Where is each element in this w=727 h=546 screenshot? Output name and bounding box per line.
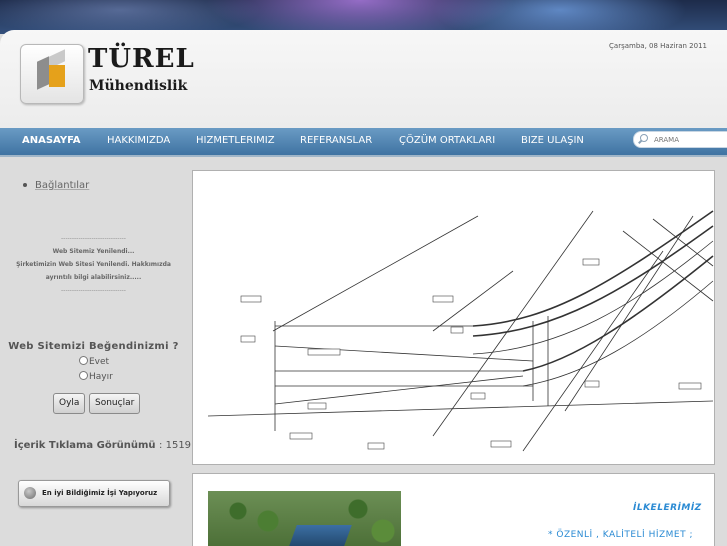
nav-item-hakkimizda[interactable]: HAKKIMIZDA <box>107 135 170 146</box>
poll-question: Web Sitemizi Beğendinizmi ? <box>8 341 179 352</box>
poll-option-label: Hayır <box>89 372 113 382</box>
nav-item-referanslar[interactable]: REFERANSLAR <box>300 135 372 146</box>
vote-button[interactable]: Oyla <box>53 393 86 414</box>
poll-option-evet[interactable]: Evet <box>79 356 109 367</box>
nav-item-cozum-ortaklari[interactable]: ÇÖZÜM ORTAKLARI <box>399 135 495 146</box>
click-counter-label: İçerik Tıklama Görünümü <box>14 440 156 451</box>
radio-button[interactable] <box>79 356 88 365</box>
slogan-text: En iyi Bildiğimiz İşi Yapıyoruz <box>42 489 158 497</box>
news-separator-bottom: ------------------------------ <box>61 287 126 294</box>
current-date: Çarşamba, 08 Haziran 2011 <box>609 42 707 50</box>
brand-subtitle: Mühendislik <box>89 78 188 94</box>
news-title[interactable]: Web Sitemiz Yenilendi... <box>0 245 187 258</box>
news-text-line1: Şirketimizin Web Sitesi Yenilendi. Hakkı… <box>16 261 171 268</box>
brand-name: TÜREL <box>88 44 195 74</box>
top-banner <box>0 0 727 34</box>
links-menu-item[interactable]: Bağlantılar <box>35 180 89 191</box>
poll-option-hayir[interactable]: Hayır <box>79 371 113 382</box>
search-input[interactable] <box>652 133 726 147</box>
engineering-drawing-image <box>192 170 715 465</box>
news-announcement: ------------------------------ Web Sitem… <box>0 232 187 297</box>
photo-roof-shape <box>289 525 352 546</box>
principles-title: İLKELERİMİZ <box>633 503 702 513</box>
click-counter-value: : 1519 <box>159 440 192 451</box>
search-box <box>633 131 727 148</box>
principles-item: * ÖZENLİ , KALİTELİ HİZMET ; <box>548 530 693 540</box>
logo-shape-grey <box>37 56 49 90</box>
results-button[interactable]: Sonuçlar <box>89 393 141 414</box>
news-separator-top: ------------------------------ <box>61 235 126 242</box>
sphere-icon <box>24 487 36 499</box>
logo-shape-orange <box>49 65 65 87</box>
links-bullet <box>23 183 27 187</box>
company-logo[interactable] <box>20 44 84 104</box>
header: TÜREL Mühendislik Çarşamba, 08 Haziran 2… <box>0 30 727 128</box>
nav-item-bize-ulasin[interactable]: BIZE ULAŞIN <box>521 135 584 146</box>
building-aerial-photo <box>208 491 401 546</box>
poll-option-label: Evet <box>89 357 110 367</box>
slogan-banner[interactable]: En iyi Bildiğimiz İşi Yapıyoruz <box>18 480 170 507</box>
principles-panel: İLKELERİMİZ * ÖZENLİ , KALİTELİ HİZMET ; <box>192 473 715 546</box>
news-text-line2: ayrıntılı bilgi alabilirsiniz..... <box>45 274 142 281</box>
search-icon <box>640 134 648 142</box>
radio-button[interactable] <box>79 371 88 380</box>
nav-item-hizmetlerimiz[interactable]: HIZMETLERIMIZ <box>196 135 275 146</box>
main-navigation: ANASAYFA HAKKIMIZDA HIZMETLERIMIZ REFERA… <box>0 128 727 157</box>
road-plan-drawing <box>207 210 714 452</box>
nav-item-anasayfa[interactable]: ANASAYFA <box>22 135 81 146</box>
content-click-counter: İçerik Tıklama Görünümü : 1519 <box>14 440 191 451</box>
